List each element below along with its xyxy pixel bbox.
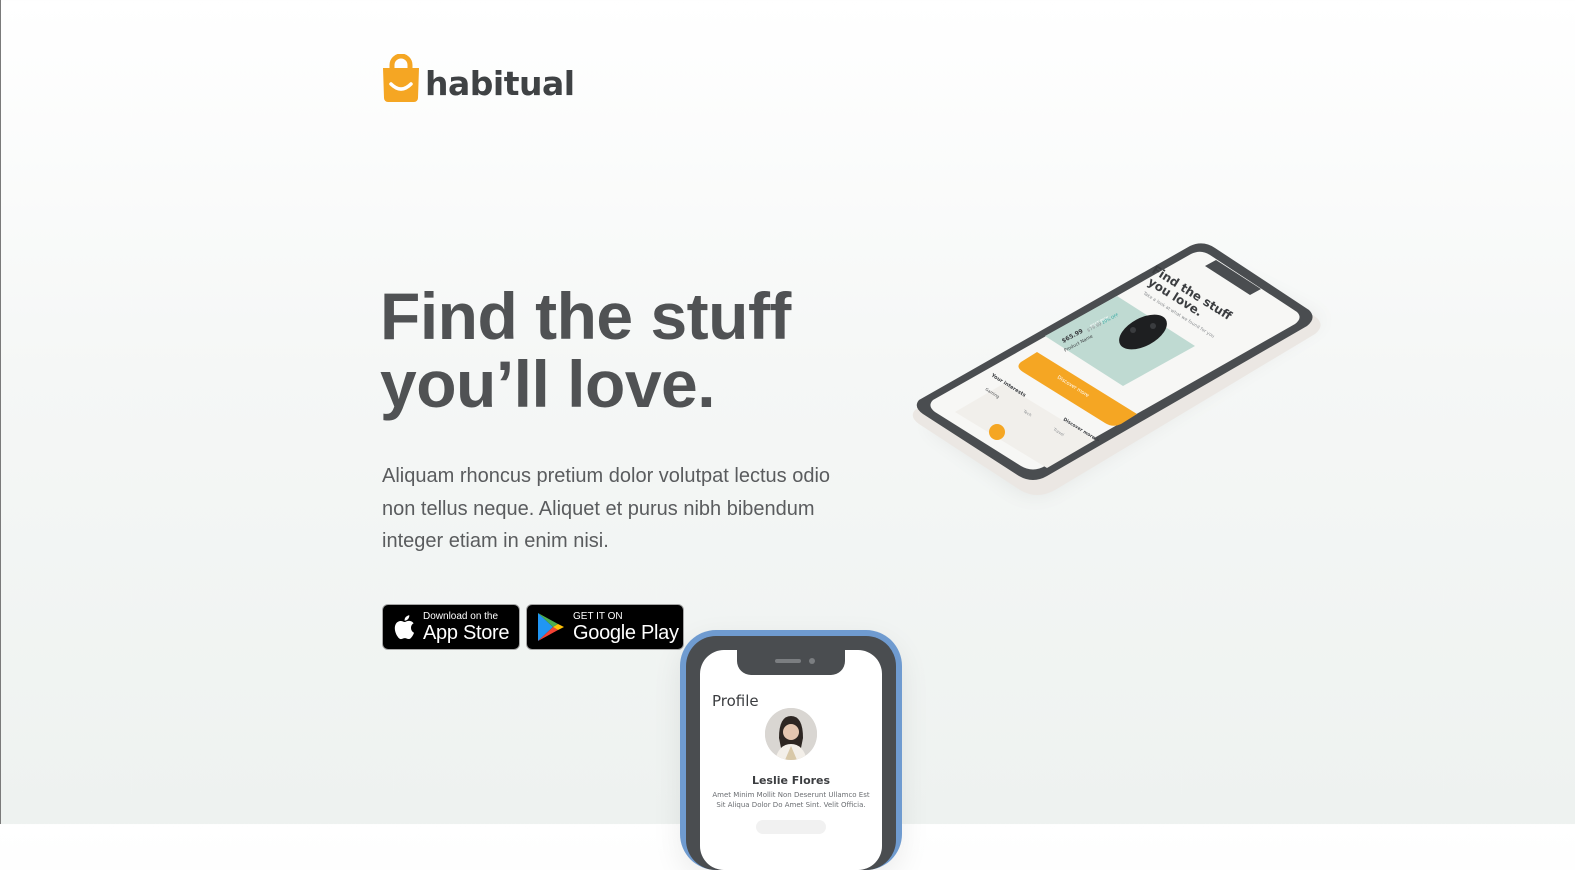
shopping-bag-smile-icon	[381, 53, 421, 102]
hero-title-line-1: Find the stuff	[380, 279, 791, 353]
google-play-icon	[537, 612, 565, 642]
phone-camera	[809, 658, 815, 664]
avatar	[765, 708, 817, 760]
apple-icon	[393, 614, 415, 640]
hero-description: Aliquam rhoncus pretium dolor volutpat l…	[382, 465, 831, 552]
google-play-button[interactable]: GET IT ON Google Play	[526, 604, 684, 650]
profile-phone-mockup: Profile Leslie Flores Amet Minim Mollit …	[680, 630, 902, 870]
google-play-big-text: Google Play	[573, 621, 679, 644]
profile-screen-title: Profile	[712, 692, 759, 710]
app-store-button[interactable]: Download on the App Store	[382, 604, 520, 650]
page-left-border	[0, 0, 1, 824]
hero-title-line-2: you’ll love.	[380, 347, 716, 421]
phone-screen: Profile Leslie Flores Amet Minim Mollit …	[700, 650, 882, 870]
phone-speaker	[775, 659, 801, 663]
isometric-phone-mockup: Find the stuff you love. Take a look at …	[905, 240, 1335, 510]
hero-title: Find the stuff you’ll love.	[380, 282, 900, 418]
app-store-big-text: App Store	[423, 621, 510, 644]
profile-action-button[interactable]	[756, 820, 826, 834]
brand-logo[interactable]: habitual	[381, 50, 575, 102]
brand-name: habitual	[425, 64, 575, 103]
profile-bio: Amet Minim Mollit Non Deserunt Ullamco E…	[712, 791, 870, 809]
app-store-small-text: Download on the	[423, 610, 499, 622]
google-play-small-text: GET IT ON	[573, 610, 623, 622]
phone-frame: Profile Leslie Flores Amet Minim Mollit …	[686, 636, 896, 870]
phone-notch	[737, 650, 845, 675]
profile-name: Leslie Flores	[751, 774, 831, 787]
